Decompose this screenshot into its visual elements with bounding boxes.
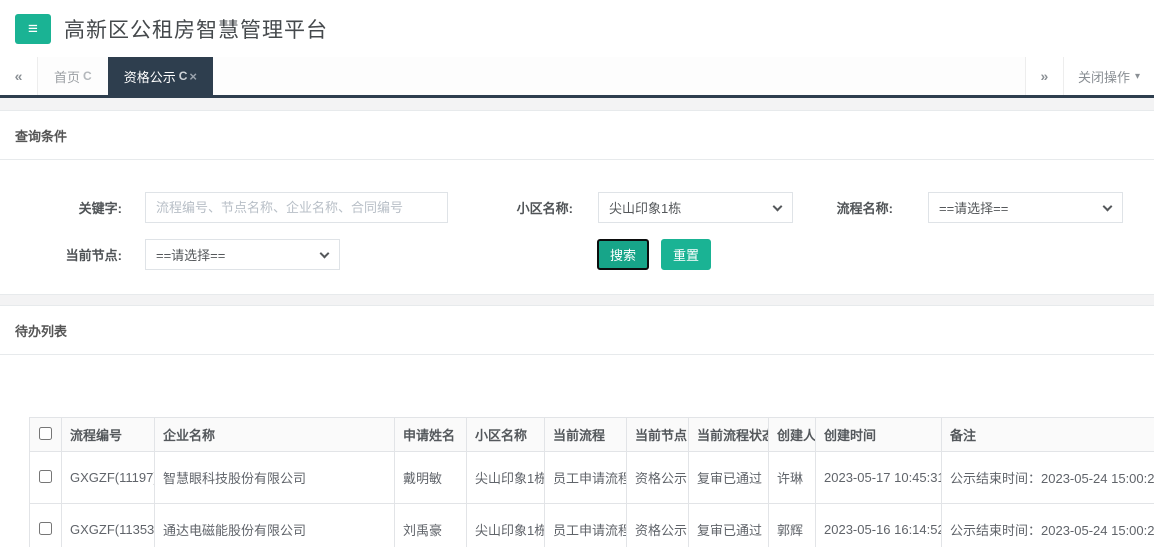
table-header-row: 流程编号 企业名称 申请姓名 小区名称 当前流程 当前节点 当前流程状态 创建人…	[29, 417, 1154, 452]
table-row[interactable]: GXGZF(11197) 智慧眼科技股份有限公司 戴明敏 尖山印象1栋 员工申请…	[29, 451, 1154, 504]
community-label: 小区名称:	[516, 201, 573, 216]
col-current-node: 当前节点	[626, 417, 689, 452]
chevron-down-icon: ▾	[1134, 70, 1140, 82]
tabbar-spacer	[213, 57, 1025, 95]
col-current-flow: 当前流程	[544, 417, 627, 452]
col-flow-id: 流程编号	[61, 417, 155, 452]
cell-creator: 许琳	[768, 451, 816, 504]
cell-company: 通达电磁能股份有限公司	[154, 503, 395, 547]
refresh-icon[interactable]: C	[179, 69, 188, 83]
flow-name-select-value: ==请选择==	[939, 201, 1009, 216]
col-created-time: 创建时间	[815, 417, 942, 452]
tab-home-label: 首页	[54, 69, 81, 85]
col-applicant: 申请姓名	[394, 417, 467, 452]
cell-applicant: 戴明敏	[394, 451, 467, 504]
app-title: 高新区公租房智慧管理平台	[64, 18, 328, 42]
query-form-row-2: 当前节点: ==请选择== 搜索 重置	[0, 239, 1154, 270]
todo-panel-title: 待办列表	[0, 306, 1154, 355]
current-node-label: 当前节点:	[65, 248, 122, 263]
cell-company: 智慧眼科技股份有限公司	[154, 451, 395, 504]
query-buttons: 搜索 重置	[597, 239, 712, 270]
refresh-icon[interactable]: C	[83, 69, 92, 83]
query-form: 关键字: 小区名称: 尖山印象1栋 流程名称: ==请选择== 当前节点: ==…	[0, 160, 1154, 294]
cell-flow-id: GXGZF(11353)	[61, 503, 155, 547]
query-panel: 查询条件 关键字: 小区名称: 尖山印象1栋 流程名称: ==请选择== 当前节…	[0, 110, 1154, 295]
cell-created-time: 2023-05-17 10:45:31	[815, 451, 942, 504]
close-operations-label: 关闭操作	[1077, 69, 1130, 85]
cell-community: 尖山印象1栋	[466, 451, 545, 504]
col-community: 小区名称	[466, 417, 545, 452]
app-header: ≡ 高新区公租房智慧管理平台	[0, 0, 1154, 57]
community-select[interactable]: 尖山印象1栋	[598, 192, 793, 223]
todo-panel: 待办列表 流程编号 企业名称 申请姓名 小区名称 当前流程 当前节点 当前流程状…	[0, 305, 1154, 547]
hamburger-menu-icon[interactable]: ≡	[15, 13, 51, 44]
tab-bar: « 首页 C 资格公示 C × » 关闭操作 ▾	[0, 57, 1154, 98]
close-icon[interactable]: ×	[189, 69, 197, 84]
query-form-row-1: 关键字: 小区名称: 尖山印象1栋 流程名称: ==请选择==	[0, 192, 1154, 223]
chevron-down-icon	[772, 201, 783, 212]
table-row[interactable]: GXGZF(11353) 通达电磁能股份有限公司 刘禹豪 尖山印象1栋 员工申请…	[29, 503, 1154, 547]
cell-flow-status: 复审已通过	[688, 503, 769, 547]
cell-current-flow: 员工申请流程	[544, 451, 627, 504]
col-creator: 创建人	[768, 417, 816, 452]
todo-table: 流程编号 企业名称 申请姓名 小区名称 当前流程 当前节点 当前流程状态 创建人…	[29, 417, 1154, 547]
close-operations-dropdown[interactable]: 关闭操作 ▾	[1062, 57, 1154, 95]
chevron-down-icon	[319, 248, 330, 259]
keyword-label: 关键字:	[78, 201, 122, 216]
tab-home[interactable]: 首页 C	[38, 57, 108, 95]
reset-button[interactable]: 重置	[661, 239, 712, 270]
cell-created-time: 2023-05-16 16:14:52	[815, 503, 942, 547]
cell-current-node: 资格公示	[626, 503, 689, 547]
cell-current-flow: 员工申请流程	[544, 503, 627, 547]
scroll-tabs-left-icon[interactable]: «	[0, 57, 38, 95]
select-all-checkbox[interactable]	[39, 426, 52, 440]
col-company: 企业名称	[154, 417, 395, 452]
cell-creator: 郭辉	[768, 503, 816, 547]
keyword-input[interactable]	[145, 192, 448, 223]
row-checkbox[interactable]	[39, 469, 52, 483]
cell-applicant: 刘禹豪	[394, 503, 467, 547]
flow-name-label: 流程名称:	[836, 201, 893, 216]
cell-flow-status: 复审已通过	[688, 451, 769, 504]
todo-table-wrapper: 流程编号 企业名称 申请姓名 小区名称 当前流程 当前节点 当前流程状态 创建人…	[0, 417, 1154, 547]
cell-community: 尖山印象1栋	[466, 503, 545, 547]
current-node-select[interactable]: ==请选择==	[145, 239, 340, 270]
current-node-select-value: ==请选择==	[156, 248, 226, 263]
chevron-down-icon	[1102, 201, 1113, 212]
cell-current-node: 资格公示	[626, 451, 689, 504]
community-select-value: 尖山印象1栋	[609, 201, 682, 216]
row-checkbox[interactable]	[39, 521, 52, 535]
col-remark: 备注	[941, 417, 1154, 452]
col-flow-status: 当前流程状态	[688, 417, 769, 452]
tab-active-label: 资格公示	[123, 69, 176, 85]
scroll-tabs-right-icon[interactable]: »	[1024, 57, 1063, 95]
page-content: 查询条件 关键字: 小区名称: 尖山印象1栋 流程名称: ==请选择== 当前节…	[0, 98, 1154, 547]
search-button[interactable]: 搜索	[597, 239, 650, 270]
cell-remark: 公示结束时间：2023-05-24 15:00:20	[941, 503, 1154, 547]
query-panel-title: 查询条件	[0, 111, 1154, 160]
cell-flow-id: GXGZF(11197)	[61, 451, 155, 504]
flow-name-select[interactable]: ==请选择==	[928, 192, 1123, 223]
cell-remark: 公示结束时间：2023-05-24 15:00:29	[941, 451, 1154, 504]
tab-qualification-publicity[interactable]: 资格公示 C ×	[107, 57, 213, 95]
